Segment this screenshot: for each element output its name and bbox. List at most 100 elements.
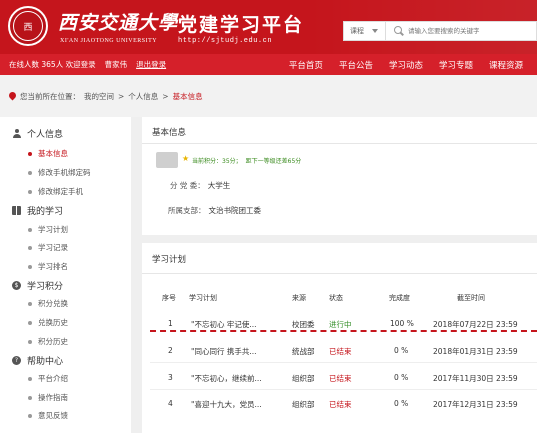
selected-row-indicator bbox=[150, 330, 537, 332]
nav-home[interactable]: 平台首页 bbox=[281, 59, 331, 71]
column-header-no: 序号 bbox=[162, 294, 176, 302]
location-pin-icon bbox=[9, 92, 16, 101]
basic-info-panel: 基本信息 bbox=[142, 117, 537, 235]
row-2-deadline: 2018年01月31日 23:59 bbox=[433, 347, 518, 356]
logout-link[interactable]: 退出登录 bbox=[136, 59, 166, 70]
row-1-deadline: 2018年07月22日 23:59 bbox=[433, 320, 518, 329]
main-navbar: 在线人数 365人 欢迎登录 曹家伟 退出登录 平台首页 平台公告 学习动态 学… bbox=[0, 54, 537, 75]
sidebar-item-platform-intro[interactable]: 平台介绍 bbox=[28, 373, 68, 384]
sidebar-item-exchange-history[interactable]: 兑换历史 bbox=[28, 317, 68, 328]
sidebar-item-label: 兑换历史 bbox=[38, 318, 68, 327]
sidebar-item-label: 学习记录 bbox=[38, 243, 68, 252]
avatar[interactable] bbox=[156, 152, 178, 168]
sidebar-item-study-plan[interactable]: 学习计划 bbox=[28, 224, 68, 235]
row-2-plan-link[interactable]: "同心同行 携手共... bbox=[191, 346, 257, 357]
sidebar bbox=[0, 117, 131, 433]
sidebar-item-label: 基本信息 bbox=[38, 149, 68, 158]
sidebar-item-label: 意见反馈 bbox=[38, 411, 68, 420]
current-points: 当前积分：35分； bbox=[192, 158, 242, 165]
column-header-progress: 完成度 bbox=[389, 294, 410, 302]
row-1-status-badge: 进行中 bbox=[329, 320, 352, 329]
party-committee-value: 大学生 bbox=[207, 181, 231, 190]
search-box: 课程 bbox=[343, 21, 537, 41]
branch-value: 文治书院团工委 bbox=[208, 206, 262, 215]
row-3-source: 组织部 bbox=[292, 374, 315, 383]
site-header: 西 西安交通大學 XI'AN JIAOTONG UNIVERSITY 党建学习平… bbox=[0, 0, 537, 54]
row-2-progress: 0 % bbox=[394, 346, 409, 355]
row-2-source: 统战部 bbox=[292, 347, 315, 356]
panel-divider bbox=[142, 273, 537, 274]
row-3-no: 3 bbox=[168, 373, 173, 382]
breadcrumb-current: 基本信息 bbox=[172, 92, 203, 101]
bullet-icon bbox=[28, 301, 32, 306]
section-title: 个人信息 bbox=[27, 130, 64, 140]
search-input[interactable] bbox=[404, 22, 536, 40]
sidebar-item-basic-info[interactable]: 基本信息 bbox=[28, 148, 68, 159]
bullet-icon bbox=[28, 413, 32, 418]
nav-announcements[interactable]: 平台公告 bbox=[331, 59, 381, 71]
sidebar-item-change-phone-code[interactable]: 修改手机绑定码 bbox=[28, 167, 91, 178]
bullet-icon bbox=[28, 376, 32, 381]
sidebar-item-points-history[interactable]: 积分历史 bbox=[28, 336, 68, 347]
sidebar-item-label: 积分历史 bbox=[38, 337, 68, 346]
breadcrumb: 您当前所在位置： 我的空间 > 个人信息 > 基本信息 bbox=[9, 91, 203, 102]
sidebar-section-personal-info[interactable]: 个人信息 bbox=[12, 127, 63, 140]
row-3-deadline: 2017年11月30日 23:59 bbox=[433, 374, 518, 383]
sidebar-item-label: 学习计划 bbox=[38, 225, 68, 234]
sidebar-item-feedback[interactable]: 意见反馈 bbox=[28, 410, 68, 421]
university-name-en: XI'AN JIAOTONG UNIVERSITY bbox=[60, 38, 158, 44]
next-level-points: 距下一等级还差65分 bbox=[245, 158, 302, 165]
points-status: 当前积分：35分； 距下一等级还差65分 bbox=[192, 156, 301, 165]
sidebar-item-points-exchange[interactable]: 积分兑换 bbox=[28, 298, 68, 309]
search-category-select[interactable]: 课程 bbox=[344, 22, 386, 40]
star-icon: ★ bbox=[182, 154, 190, 163]
row-2-status-badge: 已结束 bbox=[329, 347, 352, 356]
user-name-link[interactable]: 曹家伟 bbox=[105, 59, 128, 70]
bullet-icon bbox=[28, 189, 32, 194]
sidebar-item-change-bound-phone[interactable]: 修改绑定手机 bbox=[28, 186, 83, 197]
sidebar-section-study-points[interactable]: $ 学习积分 bbox=[12, 279, 63, 292]
branch-row: 所属支部： 文治书院团工委 bbox=[168, 205, 261, 216]
sidebar-section-help-center[interactable]: ? 帮助中心 bbox=[12, 354, 63, 367]
sidebar-item-user-guide[interactable]: 操作指南 bbox=[28, 392, 68, 403]
bullet-icon bbox=[28, 245, 32, 250]
branch-label: 所属支部： bbox=[168, 206, 206, 215]
section-title: 我的学习 bbox=[27, 207, 64, 217]
sidebar-section-my-study[interactable]: 我的学习 bbox=[12, 204, 63, 217]
breadcrumb-personal-info[interactable]: 个人信息 bbox=[128, 91, 158, 102]
row-4-deadline: 2017年12月31日 23:59 bbox=[433, 400, 518, 409]
party-committee-label: 分 党 委： bbox=[170, 181, 205, 190]
row-2-no: 2 bbox=[168, 346, 173, 355]
search-icon[interactable] bbox=[394, 26, 404, 36]
online-count: 在线人数 365人 欢迎登录 bbox=[9, 60, 96, 69]
column-header-plan: 学习计划 bbox=[189, 294, 217, 302]
platform-title: 党建学习平台 bbox=[178, 14, 305, 36]
university-logo[interactable]: 西 bbox=[8, 6, 48, 46]
site-url: http://sjtudj.edu.cn bbox=[178, 37, 273, 45]
section-title: 帮助中心 bbox=[27, 357, 64, 367]
bullet-icon bbox=[28, 170, 32, 175]
row-3-plan-link[interactable]: "不忘初心，继续前... bbox=[191, 373, 262, 384]
nav-study-topics[interactable]: 学习专题 bbox=[431, 59, 481, 71]
breadcrumb-bar: 您当前所在位置： 我的空间 > 个人信息 > 基本信息 bbox=[0, 75, 537, 117]
party-committee-row: 分 党 委： 大学生 bbox=[170, 180, 230, 191]
row-1-no: 1 bbox=[168, 319, 173, 328]
sidebar-item-study-record[interactable]: 学习记录 bbox=[28, 242, 68, 253]
points-icon: $ bbox=[12, 281, 21, 290]
breadcrumb-separator: > bbox=[118, 92, 125, 101]
person-icon bbox=[12, 129, 21, 138]
row-1-plan-link[interactable]: "不忘初心 牢记使... bbox=[191, 319, 257, 330]
bullet-icon bbox=[28, 151, 32, 156]
nav-course-resources[interactable]: 课程资源 bbox=[481, 59, 531, 71]
sidebar-item-label: 操作指南 bbox=[38, 393, 68, 402]
breadcrumb-my-space[interactable]: 我的空间 bbox=[84, 91, 114, 102]
sidebar-item-label: 修改绑定手机 bbox=[38, 187, 83, 196]
row-4-plan-link[interactable]: "喜迎十九大，党员... bbox=[191, 399, 262, 410]
nav-study-news[interactable]: 学习动态 bbox=[381, 59, 431, 71]
sidebar-item-study-ranking[interactable]: 学习排名 bbox=[28, 261, 68, 272]
row-3-status-badge: 已结束 bbox=[329, 374, 352, 383]
row-1-source: 校团委 bbox=[292, 320, 315, 329]
column-header-status: 状态 bbox=[329, 294, 343, 302]
row-4-no: 4 bbox=[168, 399, 173, 408]
row-4-status-badge: 已结束 bbox=[329, 400, 352, 409]
